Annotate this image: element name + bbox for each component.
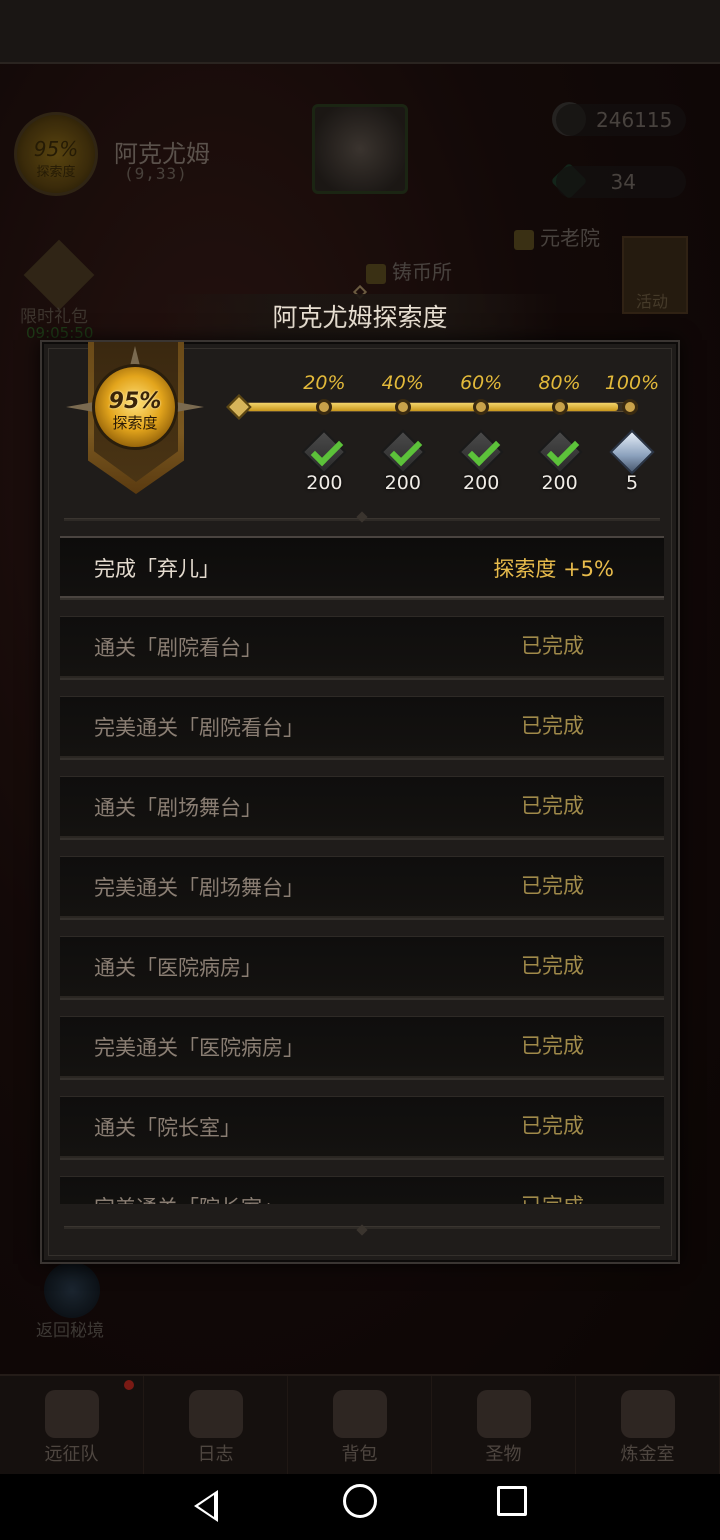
recent-apps-button[interactable]: [482, 1474, 542, 1540]
task-reward: 探索度 +5%: [493, 557, 614, 581]
system-nav-bar: [0, 1474, 720, 1540]
task-name: 通关「剧院看台」: [94, 636, 262, 660]
milestone-node: [473, 399, 490, 415]
explore-badge: 95% 探索度: [92, 364, 178, 450]
task-status: 已完成: [521, 1177, 584, 1204]
task-status: 已完成: [521, 874, 584, 898]
milestone-pct: 40%: [381, 372, 424, 394]
crystal-icon: [609, 429, 655, 475]
task-row[interactable]: 通关「院长室」 已完成: [60, 1096, 664, 1158]
badge-spike: [66, 402, 94, 412]
nav-backpack[interactable]: 背包: [288, 1376, 432, 1474]
reward-amount: 200: [306, 472, 343, 494]
progress-track: [246, 402, 638, 412]
nav-label: 远征队: [44, 1444, 99, 1465]
task-row[interactable]: 完美通关「院长室」 已完成: [60, 1176, 664, 1204]
task-row[interactable]: 通关「医院病房」 已完成: [60, 936, 664, 998]
reward-amount: 200: [463, 472, 500, 494]
milestone-reward[interactable]: 5: [602, 429, 662, 502]
modal-title: 阿克尤姆探索度: [160, 294, 560, 342]
milestone-pct: 60%: [460, 372, 503, 394]
badge-spike: [130, 346, 140, 366]
nav-label: 背包: [341, 1444, 378, 1465]
task-status: 已完成: [521, 1114, 584, 1138]
explore-badge-label: 探索度: [112, 414, 158, 432]
task-list[interactable]: 完成「弃儿」 探索度 +5% 通关「剧院看台」 已完成 完美通关「剧院看台」 已完成通…: [60, 536, 664, 1204]
reward-amount: 200: [384, 472, 421, 494]
milestone-node: [622, 399, 638, 415]
task-name: 通关「医院病房」: [94, 956, 262, 980]
milestone-pct: 80%: [538, 372, 581, 394]
milestone-node: [316, 399, 333, 415]
back-button[interactable]: [176, 1474, 236, 1540]
nav-relics[interactable]: 圣物: [432, 1376, 576, 1474]
badge-spike: [176, 402, 204, 412]
task-name: 完美通关「医院病房」: [94, 1036, 304, 1060]
task-status: 已完成: [521, 1034, 584, 1058]
task-name: 完美通关「院长室」: [94, 1177, 283, 1204]
recent-apps-icon: [497, 1486, 527, 1516]
nav-label: 圣物: [485, 1444, 522, 1465]
task-row[interactable]: 完美通关「剧院看台」 已完成: [60, 696, 664, 758]
notification-dot: [124, 1380, 134, 1390]
task-status: 已完成: [521, 954, 584, 978]
nav-journal[interactable]: 日志: [144, 1376, 288, 1474]
task-rows: 通关「剧院看台」 已完成 完美通关「剧院看台」 已完成 通关「剧场舞台」 已完成 完美通关「…: [60, 616, 664, 1204]
backpack-icon: [332, 1390, 387, 1438]
nav-alchemy[interactable]: 炼金室: [576, 1376, 720, 1474]
milestone-node: [551, 399, 568, 415]
torch-icon: [476, 1390, 531, 1438]
milestone-node: [394, 399, 411, 415]
task-row[interactable]: 通关「剧场舞台」 已完成: [60, 776, 664, 838]
task-name: 完美通关「剧场舞台」: [94, 876, 304, 900]
nav-label: 炼金室: [620, 1444, 675, 1465]
milestone-reward[interactable]: 200: [373, 429, 433, 502]
home-button[interactable]: [330, 1474, 390, 1540]
task-status: 已完成: [521, 794, 584, 818]
task-name: 通关「剧场舞台」: [94, 796, 262, 820]
nav-label: 日志: [197, 1444, 234, 1465]
back-icon: [194, 1490, 218, 1522]
reward-amount: 5: [625, 472, 639, 494]
milestone-reward[interactable]: 200: [294, 429, 354, 502]
milestone-pct: 100%: [604, 372, 660, 394]
task-row[interactable]: 通关「剧院看台」 已完成: [60, 616, 664, 678]
task-status: 已完成: [521, 714, 584, 738]
task-name: 通关「院长室」: [94, 1116, 241, 1140]
crossed-tools-icon: [620, 1390, 675, 1438]
task-name: 完成「弃儿」: [94, 557, 220, 581]
progress-start-diamond: [226, 394, 252, 420]
milestone-reward[interactable]: 200: [451, 429, 511, 502]
task-name: 完美通关「剧院看台」: [94, 716, 304, 740]
home-icon: [343, 1484, 377, 1518]
viking-helmet-icon: [44, 1390, 99, 1438]
milestone-reward[interactable]: 200: [530, 429, 590, 502]
current-task-row[interactable]: 完成「弃儿」 探索度 +5%: [60, 536, 664, 598]
task-row[interactable]: 完美通关「剧场舞台」 已完成: [60, 856, 664, 918]
nav-expedition[interactable]: 远征队: [0, 1376, 144, 1474]
task-row[interactable]: 完美通关「医院病房」 已完成: [60, 1016, 664, 1078]
top-bar: [0, 0, 720, 64]
explore-badge-pct: 95%: [108, 389, 162, 414]
task-status: 已完成: [521, 634, 584, 658]
reward-amount: 200: [541, 472, 578, 494]
bottom-nav: 远征队 日志 背包 圣物 炼金室: [0, 1374, 720, 1474]
scroll-icon: [188, 1390, 243, 1438]
exploration-modal: 95% 探索度 20% 200 40% 200 60% 200 80% 200 100% 5 完成…: [40, 340, 680, 1264]
milestone-pct: 20%: [303, 372, 346, 394]
